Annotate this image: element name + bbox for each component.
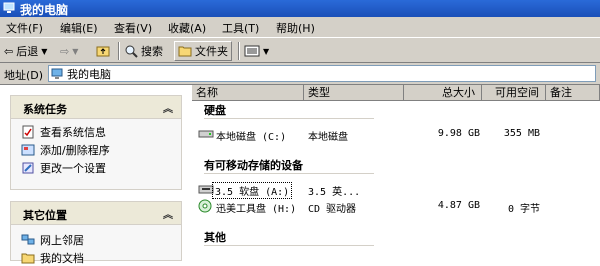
system-tasks-header[interactable]: 系统任务 ︽ [11, 96, 181, 119]
forward-arrow-icon: ⇨ [60, 44, 70, 58]
up-folder-icon [96, 46, 110, 57]
drive-total: 9.98 GB [437, 128, 480, 139]
drive-total: 4.87 GB [437, 200, 480, 211]
address-value: 我的电脑 [67, 67, 111, 81]
task-view-system-info[interactable]: 查看系统信息 [21, 124, 106, 140]
column-header-total-size[interactable]: 总大小 [404, 85, 482, 101]
back-arrow-icon: ⇦ [4, 44, 14, 58]
up-folder-button[interactable] [96, 42, 110, 60]
drive-type: 本地磁盘 [308, 132, 348, 143]
hard-disk-icon [198, 130, 214, 138]
folders-button[interactable]: 文件夹 [174, 41, 232, 61]
address-bar: 地址(D) 我的电脑 [0, 63, 600, 85]
title-bar: 我的电脑 [0, 0, 600, 17]
views-icon [244, 45, 260, 57]
drive-free: 355 MB [503, 128, 540, 139]
drive-free: 0 字节 [507, 204, 540, 215]
panel-title: 其它位置 [23, 209, 67, 222]
drive-name: 本地磁盘 (C:) [216, 132, 287, 143]
drive-name: 迅美工具盘 (H:) [216, 204, 297, 215]
column-header-free-space[interactable]: 可用空间 [482, 85, 546, 101]
group-divider [204, 118, 374, 119]
views-button[interactable]: ▼ [244, 42, 269, 60]
my-computer-icon [51, 68, 63, 79]
panel-title: 系统任务 [23, 103, 67, 116]
window-title: 我的电脑 [20, 3, 69, 17]
task-label: 添加/删除程序 [40, 144, 110, 157]
task-add-remove-programs[interactable]: 添加/删除程序 [21, 142, 110, 158]
group-header-removable: 有可移动存储的设备 [204, 159, 303, 172]
chevron-down-icon[interactable]: ▼ [41, 47, 47, 56]
menu-edit[interactable]: 编辑(E) [60, 20, 98, 36]
add-remove-programs-icon [21, 144, 35, 156]
collapse-chevron-icon[interactable]: ︽ [163, 206, 173, 221]
search-button[interactable]: 搜索 [124, 42, 163, 60]
drive-name: 3.5 软盘 (A:) [212, 182, 293, 199]
menu-favorites[interactable]: 收藏(A) [168, 20, 206, 36]
column-header-type[interactable]: 类型 [304, 85, 404, 101]
group-header-other: 其他 [204, 231, 226, 244]
place-my-documents[interactable]: 我的文档 [21, 250, 84, 266]
place-label: 我的文档 [40, 252, 84, 265]
column-header-name[interactable]: 名称 [192, 85, 304, 101]
network-places-icon [21, 234, 35, 245]
forward-button[interactable]: ⇨ ▼ [60, 42, 78, 60]
toolbar-separator [238, 42, 240, 60]
group-divider [204, 245, 374, 246]
back-button[interactable]: ⇦ 后退 ▼ [4, 42, 47, 60]
search-label: 搜索 [141, 45, 163, 58]
group-divider [204, 173, 374, 174]
task-label: 查看系统信息 [40, 126, 106, 139]
my-documents-icon [21, 253, 35, 264]
other-places-panel: 其它位置 ︽ 网上邻居 我的文档 [10, 201, 182, 265]
chevron-down-icon[interactable]: ▼ [72, 47, 78, 56]
menu-bar: 文件(F) 编辑(E) 查看(V) 收藏(A) 工具(T) 帮助(H) [0, 17, 600, 37]
folders-label: 文件夹 [195, 45, 228, 58]
file-list: 名称 类型 总大小 可用空间 备注 硬盘 本地磁盘 (C:) 本地磁盘 9.98… [192, 85, 600, 254]
task-pane: 系统任务 ︽ 查看系统信息 添加/删除程序 更改一个设置 其它位置 ︽ 网上邻居… [0, 85, 192, 265]
place-network[interactable]: 网上邻居 [21, 232, 84, 248]
menu-view[interactable]: 查看(V) [114, 20, 152, 36]
drive-type: CD 驱动器 [308, 204, 357, 215]
menu-help[interactable]: 帮助(H) [276, 20, 315, 36]
search-icon [125, 45, 138, 58]
folder-icon [178, 46, 192, 57]
place-label: 网上邻居 [40, 234, 84, 247]
column-header-comments[interactable]: 备注 [546, 85, 600, 101]
group-header-hard-disks: 硬盘 [204, 104, 226, 117]
my-computer-icon [3, 2, 15, 13]
address-label: 地址(D) [4, 69, 44, 82]
control-panel-icon [22, 162, 34, 174]
toolbar-separator [118, 42, 120, 60]
task-change-setting[interactable]: 更改一个设置 [21, 160, 106, 176]
toolbar: ⇦ 后退 ▼ ⇨ ▼ 搜索 文件夹 ▼ [0, 37, 600, 63]
address-input[interactable]: 我的电脑 [48, 65, 596, 82]
collapse-chevron-icon[interactable]: ︽ [163, 100, 173, 115]
menu-file[interactable]: 文件(F) [6, 20, 43, 36]
drive-type: 3.5 英... [308, 187, 361, 198]
menu-tools[interactable]: 工具(T) [222, 20, 259, 36]
other-places-header[interactable]: 其它位置 ︽ [11, 202, 181, 225]
system-tasks-panel: 系统任务 ︽ 查看系统信息 添加/删除程序 更改一个设置 [10, 95, 182, 190]
system-info-icon [22, 125, 34, 139]
back-label: 后退 [16, 45, 39, 58]
cd-drive-icon [198, 199, 212, 213]
task-label: 更改一个设置 [40, 162, 106, 175]
chevron-down-icon[interactable]: ▼ [263, 47, 269, 56]
